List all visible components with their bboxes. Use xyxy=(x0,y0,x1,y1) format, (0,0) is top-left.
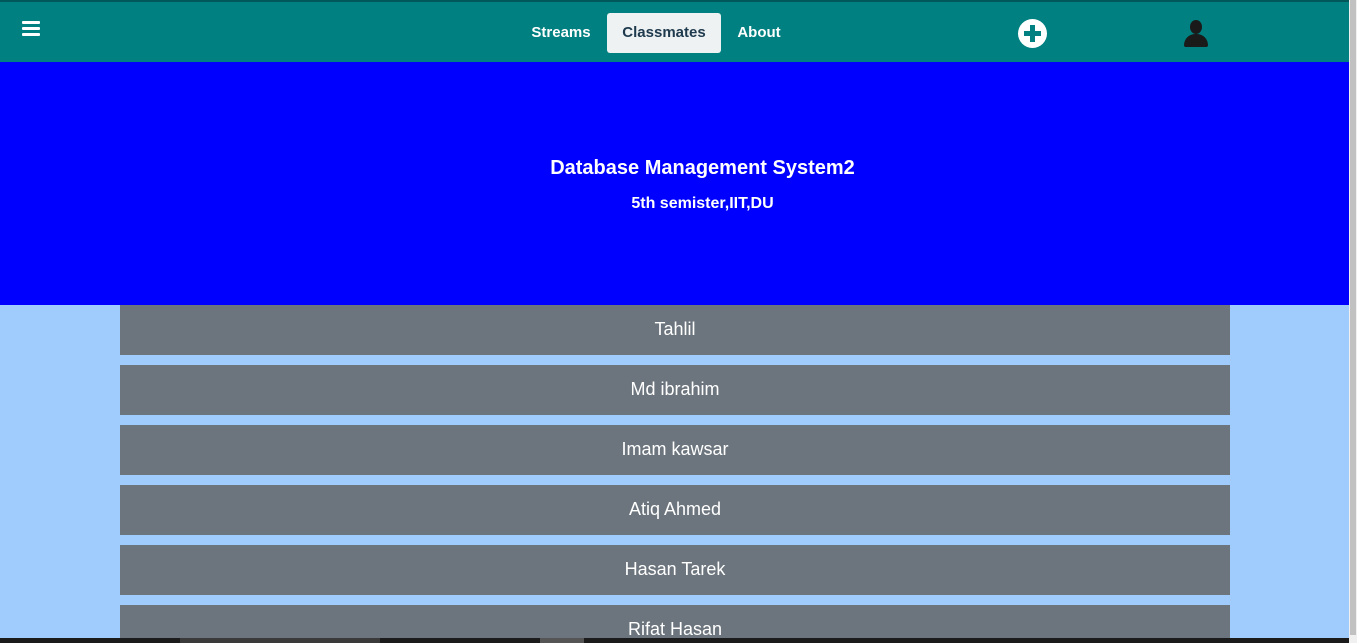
vertical-scrollbar[interactable] xyxy=(1349,0,1357,643)
user-account-icon[interactable] xyxy=(1182,20,1210,48)
nav-link-streams[interactable]: Streams xyxy=(520,13,602,53)
screen-bottom-edge xyxy=(0,638,1349,643)
class-banner: Database Management System2 5th semister… xyxy=(0,62,1349,305)
classmate-item[interactable]: Md ibrahim xyxy=(120,365,1230,415)
class-title: Database Management System2 xyxy=(550,157,855,179)
classmates-list: Tahlil Md ibrahim Imam kawsar Atiq Ahmed… xyxy=(120,305,1230,643)
classmate-item[interactable]: Hasan Tarek xyxy=(120,545,1230,595)
class-subtitle: 5th semister,IIT,DU xyxy=(631,195,774,212)
hamburger-menu-icon[interactable] xyxy=(22,21,40,37)
nav-link-about[interactable]: About xyxy=(726,13,792,53)
plus-circle-icon[interactable] xyxy=(1018,19,1047,48)
classmate-item[interactable]: Tahlil xyxy=(120,305,1230,355)
classmate-item[interactable]: Imam kawsar xyxy=(120,425,1230,475)
navbar: Streams Classmates About xyxy=(0,2,1349,62)
page: Streams Classmates About Database Manage… xyxy=(0,0,1349,643)
scrollbar-thumb[interactable] xyxy=(1350,0,1356,635)
classmate-item[interactable]: Atiq Ahmed xyxy=(120,485,1230,535)
nav-link-classmates[interactable]: Classmates xyxy=(607,13,721,53)
